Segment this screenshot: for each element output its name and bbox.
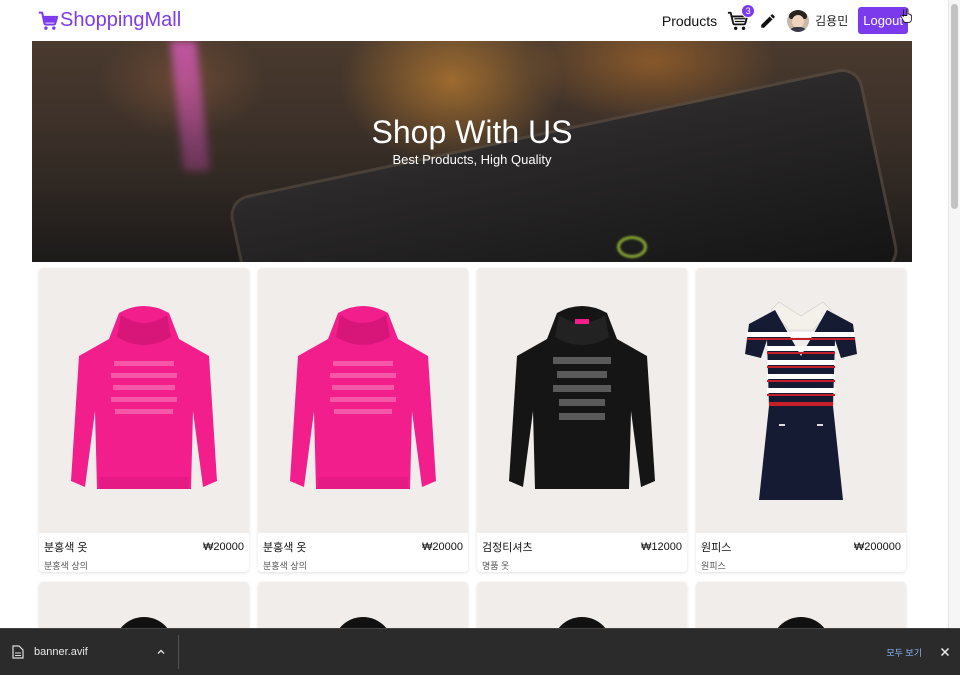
- logo[interactable]: ShoppingMall: [38, 9, 181, 32]
- product-grid: 분홍색 옷 ₩20000 분홍색 상의 분홍색 옷 ₩20000 분홍색 상의 …: [39, 268, 907, 642]
- product-price: ₩20000: [422, 541, 463, 553]
- scrollbar-thumb[interactable]: [951, 4, 958, 209]
- product-card[interactable]: 분홍색 옷 ₩20000 분홍색 상의: [39, 268, 249, 572]
- cart-button[interactable]: 3: [727, 3, 756, 32]
- product-name: 검정티셔츠: [482, 542, 533, 554]
- product-name: 분홍색 옷: [44, 542, 88, 554]
- product-card[interactable]: 원피스 ₩200000 원피스: [696, 268, 906, 572]
- product-image: [39, 268, 249, 533]
- striped-dress-image: [745, 301, 857, 500]
- show-all-downloads-link[interactable]: 모두 보기: [886, 646, 922, 659]
- username-label: 김용민: [815, 14, 849, 28]
- cart-logo-icon: [38, 11, 58, 30]
- download-bar: banner.avif 모두 보기: [0, 628, 960, 675]
- product-price: ₩12000: [641, 541, 682, 553]
- cart-count-badge: 3: [741, 3, 756, 18]
- pink-hoodie-image: [71, 305, 217, 489]
- user-profile[interactable]: 김용민: [787, 9, 849, 32]
- product-description: 분홍색 상의: [263, 561, 307, 571]
- product-name: 분홍색 옷: [263, 542, 307, 554]
- product-image: [696, 268, 906, 533]
- product-price: ₩200000: [853, 541, 901, 553]
- close-icon[interactable]: [940, 647, 950, 657]
- product-card[interactable]: 검정티셔츠 ₩12000 명품 옷: [477, 268, 687, 572]
- product-description: 명품 옷: [482, 561, 510, 571]
- product-info: 원피스 ₩200000 원피스: [696, 533, 906, 572]
- product-image: [258, 268, 468, 533]
- product-description: 분홍색 상의: [44, 561, 88, 571]
- product-description: 원피스: [701, 561, 726, 571]
- nav-products-link[interactable]: Products: [662, 13, 717, 29]
- banner-glow: [617, 236, 647, 258]
- hero-title: Shop With US: [371, 114, 573, 150]
- download-filename[interactable]: banner.avif: [34, 646, 88, 658]
- chevron-up-icon[interactable]: [156, 647, 166, 657]
- pencil-icon[interactable]: [759, 12, 777, 30]
- product-info: 검정티셔츠 ₩12000 명품 옷: [477, 533, 687, 572]
- pink-hoodie-image: [290, 305, 436, 489]
- product-card[interactable]: 분홍색 옷 ₩20000 분홍색 상의: [258, 268, 468, 572]
- hand-pointer-icon: [900, 8, 912, 23]
- page: ShoppingMall Products 3 김용민 Logout Shop …: [0, 0, 960, 675]
- download-divider: [177, 635, 179, 669]
- header-actions: Products 3 김용민 Logout: [662, 3, 908, 34]
- logo-text: ShoppingMall: [60, 9, 182, 31]
- file-icon: [12, 645, 24, 659]
- hero-subtitle: Best Products, High Quality: [392, 152, 552, 167]
- product-info: 분홍색 옷 ₩20000 분홍색 상의: [258, 533, 468, 572]
- product-name: 원피스: [701, 542, 732, 554]
- product-price: ₩20000: [203, 541, 244, 553]
- hero-banner: Shop With US Best Products, High Quality: [32, 41, 912, 262]
- top-navbar: ShoppingMall Products 3 김용민 Logout: [0, 0, 948, 41]
- avatar: [787, 9, 810, 32]
- black-hoodie-image: [509, 305, 655, 489]
- product-image: [477, 268, 687, 533]
- vertical-scrollbar[interactable]: [948, 0, 960, 628]
- product-info: 분홍색 옷 ₩20000 분홍색 상의: [39, 533, 249, 572]
